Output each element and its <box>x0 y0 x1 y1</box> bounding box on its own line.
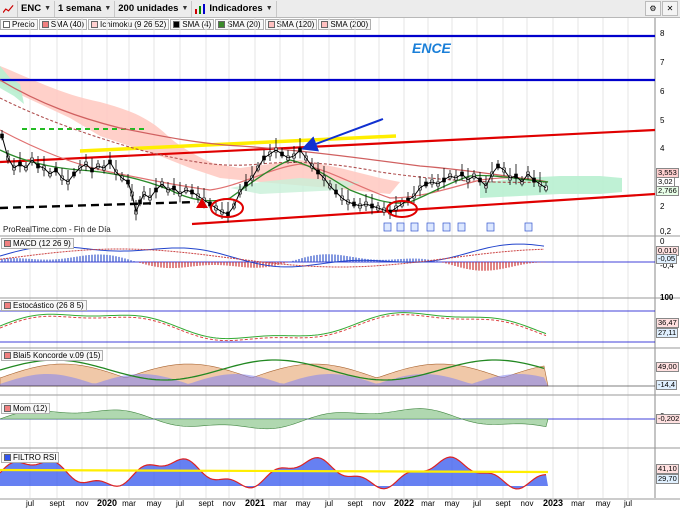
x-axis-label: mar <box>571 499 585 508</box>
units-selector[interactable]: 200 unidades ▼ <box>115 0 193 17</box>
x-axis-label: 2023 <box>542 498 564 508</box>
x-axis-label: sept <box>495 499 511 508</box>
x-axis-label: nov <box>372 499 386 508</box>
panel-legend-item[interactable]: Estocástico (26 8 5) <box>1 300 87 311</box>
dividend-marker <box>410 222 419 232</box>
dividend-marker <box>396 222 405 232</box>
x-axis-label: jul <box>623 499 633 508</box>
x-axis-label: mar <box>273 499 287 508</box>
panel-value-box: 29,70 <box>656 474 679 484</box>
units-label: 200 unidades <box>118 3 179 14</box>
panel-value-box: 36,47 <box>656 318 679 328</box>
x-axis-label: may <box>595 499 611 508</box>
panel-axis-label: 100 <box>660 293 674 302</box>
dividend-marker <box>383 222 392 232</box>
panel-value-box: 27,11 <box>656 328 679 338</box>
panel-value-box: 49,00 <box>656 362 679 372</box>
panel-value-box: -14,4 <box>656 380 678 390</box>
dividend-markers <box>383 222 533 232</box>
panel-legend-rsi: FILTRO RSI <box>1 452 60 463</box>
panel-label: FILTRO RSI <box>13 453 57 462</box>
indicators-label: Indicadores <box>209 3 263 14</box>
x-axis-label: jul <box>25 499 35 508</box>
price-chart[interactable] <box>0 18 680 510</box>
x-axis-label: sept <box>347 499 363 508</box>
x-axis-label: jul <box>324 499 334 508</box>
panel-label: Mom (12) <box>13 404 48 413</box>
panel-axis-label: 0,2 <box>660 227 672 236</box>
close-icon[interactable]: ✕ <box>662 1 678 16</box>
dividend-marker <box>524 222 533 232</box>
panel-axis-label: 0 <box>660 237 665 246</box>
panel-value-box: 41,10 <box>656 464 679 474</box>
gear-icon[interactable]: ⚙ <box>645 1 661 16</box>
legend-swatch <box>4 454 11 461</box>
legend-swatch <box>4 352 11 359</box>
dividend-marker <box>426 222 435 232</box>
dividend-marker <box>442 222 451 232</box>
period-selector[interactable]: 1 semana ▼ <box>55 0 116 17</box>
legend-swatch <box>4 240 11 247</box>
source-text: ProRealTime.com - Fin de Día <box>3 225 111 234</box>
panel-value-box: -0,202 <box>656 414 680 424</box>
panel-legend-mom: Mom (12) <box>1 403 51 414</box>
x-axis-label: may <box>146 499 162 508</box>
ichimoku-cloud-green-right <box>480 176 622 198</box>
x-axis-label: 2021 <box>244 498 266 508</box>
ticker-selector[interactable]: ENC ▼ <box>18 0 55 17</box>
trend-channel-bottom <box>191 192 656 226</box>
price-axis-label: 5 <box>660 116 665 125</box>
panel-label: Blai5 Koncorde v.09 (15) <box>13 351 101 360</box>
legend-swatch <box>4 302 11 309</box>
chart-type-icon[interactable] <box>0 0 18 17</box>
legend-swatch <box>4 405 11 412</box>
price-axis-label: 6 <box>660 87 665 96</box>
chevron-down-icon: ▼ <box>181 5 189 12</box>
panel-label: MACD (12 26 9) <box>13 239 71 248</box>
price-axis-label: 7 <box>660 58 665 67</box>
panel-legend-item[interactable]: Mom (12) <box>1 403 51 414</box>
price-axis-label: 2 <box>660 202 665 211</box>
x-axis-label: jul <box>472 499 482 508</box>
panel-value-box: -0,05 <box>656 254 678 264</box>
x-axis-label: 2022 <box>393 498 415 508</box>
panel-legend-item[interactable]: FILTRO RSI <box>1 452 60 463</box>
x-axis-label: nov <box>222 499 236 508</box>
x-axis-label: mar <box>421 499 435 508</box>
chevron-down-icon: ▼ <box>44 5 51 12</box>
indicators-icon <box>195 3 206 14</box>
panel-legend-item[interactable]: Blai5 Koncorde v.09 (15) <box>1 350 104 361</box>
price-value-box: 2,766 <box>656 186 679 196</box>
panel-legend-macd: MACD (12 26 9) <box>1 238 75 249</box>
indicators-button[interactable]: Indicadores ▼ <box>192 0 277 17</box>
x-axis-label: sept <box>198 499 214 508</box>
x-axis-label: nov <box>520 499 534 508</box>
x-axis-label: may <box>444 499 460 508</box>
x-axis-label: nov <box>75 499 89 508</box>
x-axis-label: jul <box>175 499 185 508</box>
panel-legend-stoch: Estocástico (26 8 5) <box>1 300 88 311</box>
chevron-down-icon: ▼ <box>104 5 112 12</box>
x-axis-label: sept <box>49 499 65 508</box>
period-label: 1 semana <box>58 3 102 14</box>
price-axis-label: 4 <box>660 144 665 153</box>
black-dashed-line <box>0 200 196 210</box>
price-axis-label: 8 <box>660 29 665 38</box>
panel-legend-item[interactable]: MACD (12 26 9) <box>1 238 74 249</box>
panel-label: Estocástico (26 8 5) <box>13 301 84 310</box>
x-axis-label: 2020 <box>96 498 118 508</box>
ticker-label: ENC <box>21 3 42 14</box>
dividend-marker <box>457 222 466 232</box>
chart-toolbar: ENC ▼ 1 semana ▼ 200 unidades ▼ Indicadores… <box>0 0 680 18</box>
panel-legend-blai5: Blai5 Koncorde v.09 (15) <box>1 350 104 361</box>
chevron-down-icon: ▼ <box>265 5 273 12</box>
dividend-marker <box>486 222 495 232</box>
x-axis-label: may <box>295 499 311 508</box>
x-axis-label: mar <box>122 499 136 508</box>
annotation-title: ENCE <box>412 40 451 56</box>
